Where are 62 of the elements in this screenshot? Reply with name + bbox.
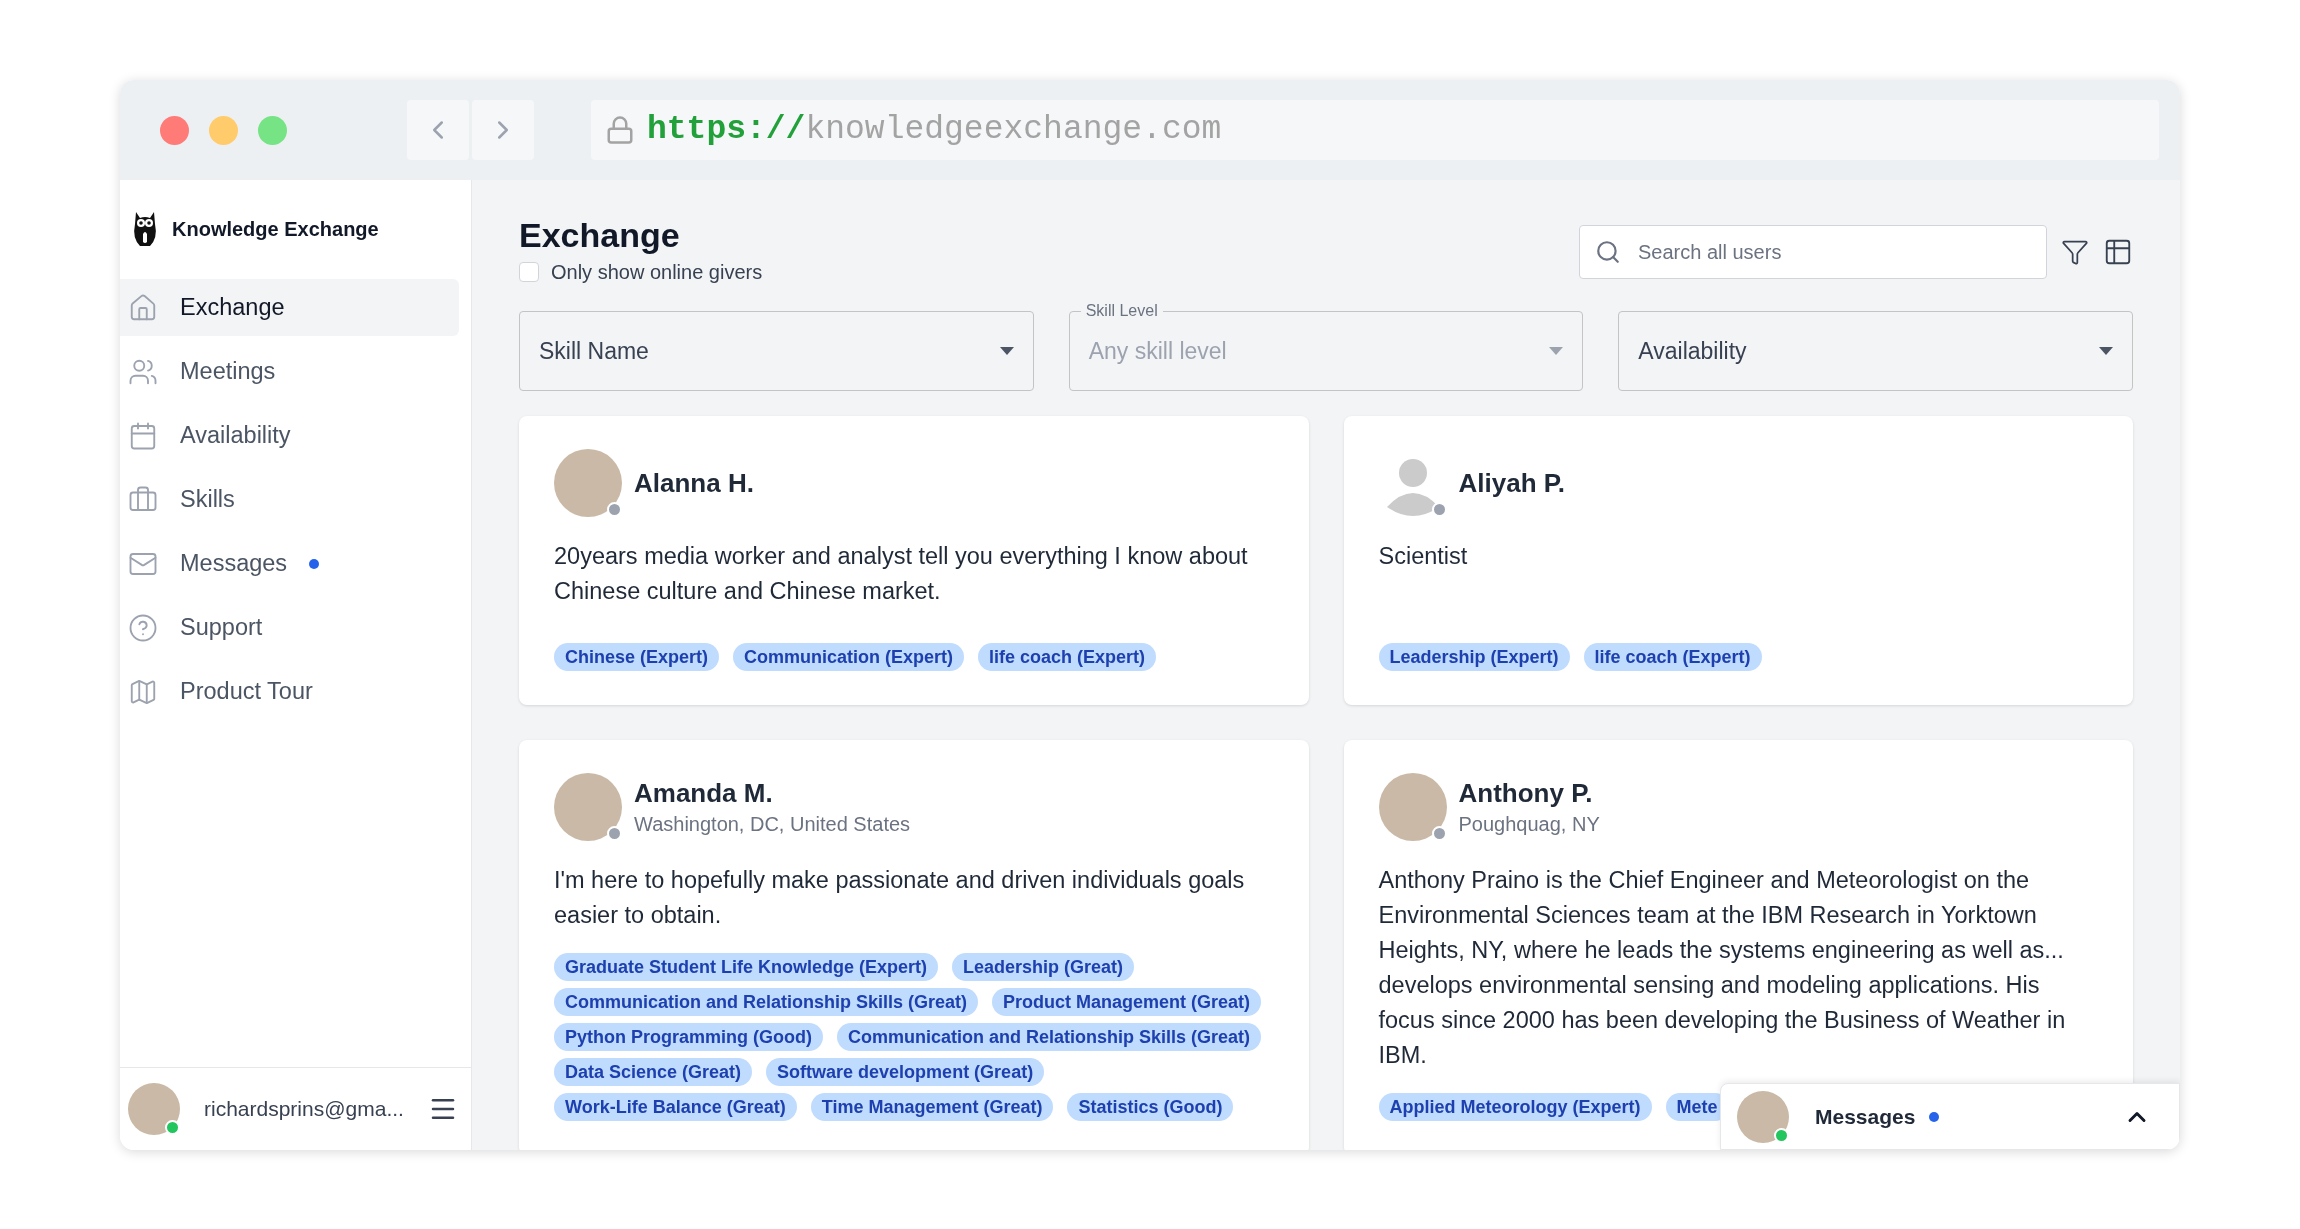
user-bio: 20years media worker and analyst tell you everything I know about Chinese culture and Chinese market. (554, 542, 1249, 606)
search-field[interactable]: Search all users (1579, 225, 2047, 279)
skill-tag: Time Management (Great) (810, 1093, 1054, 1121)
avatar-photo-placeholder (1737, 1090, 1789, 1143)
skill-tag: Communication and Relationship Skills (Great) (837, 1023, 1262, 1051)
page-title: Exchange (519, 215, 681, 255)
skill-tag: Statistics (Good) (1067, 1093, 1234, 1121)
help-icon (128, 612, 158, 643)
home-icon (128, 292, 158, 323)
nav-item[interactable]: Meetings (120, 343, 459, 400)
user-name: Amanda M. (634, 777, 774, 810)
nav-item[interactable]: Availability (120, 407, 459, 464)
nav-item[interactable]: Skills (120, 471, 459, 528)
profile-card[interactable] (519, 740, 1309, 1150)
nav-item[interactable]: Support (120, 599, 459, 656)
skill-tag: Applied Meteorology (Expert) (1378, 1093, 1652, 1121)
checkbox[interactable] (519, 262, 539, 282)
skill-tag: Leadership (Great) (952, 953, 1135, 981)
lock-icon (605, 115, 635, 145)
user-email: richardsprins@gma... (204, 1096, 404, 1123)
skill-tag: Work-Life Balance (Great) (554, 1093, 797, 1121)
caret-icon (999, 347, 1014, 355)
user-bio: Scientist (1378, 542, 1469, 571)
user-bio: Anthony Praino is the Chief Engineer and Meteorologist on the Environmental Sciences team at the IBM Research in Yorktown Heights, NY, where he leads the systems engineering as well as... develops environmental sensing and modeling applications. His focus since 2000 has been developing the Business of Weather in IBM. (1378, 866, 2067, 1070)
profile-card[interactable] (1343, 740, 2133, 1150)
search-icon (1595, 239, 1621, 265)
nav-item[interactable]: Exchange (120, 279, 459, 336)
skill-tag: Chinese (Expert) (554, 643, 720, 671)
caret-icon (2099, 347, 2113, 355)
user-location: Poughquag, NY (1458, 812, 1600, 837)
skill-tag: Graduate Student Life Knowledge (Expert) (554, 953, 939, 981)
checkbox-label: Only show online givers (551, 260, 763, 285)
skill-tag: Python Programming (Good) (554, 1023, 823, 1051)
dropdown-select[interactable]: Skill Name (519, 311, 1034, 391)
filter-icon[interactable] (2061, 238, 2089, 266)
user-name: Anthony P. (1458, 777, 1594, 810)
user-location: Washington, DC, United States (634, 812, 911, 837)
user-bio: I'm here to hopefully make passionate and driven individuals goals easier to obtain. (554, 866, 1246, 930)
skill-tag: Product Management (Great) (992, 988, 1262, 1016)
user-name: Aliyah P. (1458, 467, 1565, 500)
owl-logo-icon (132, 210, 158, 248)
skill-tag: life coach (Expert) (978, 643, 1157, 671)
nav-item[interactable]: Messages (120, 535, 459, 592)
caret-icon (1549, 347, 1564, 355)
calendar-icon (128, 420, 158, 451)
skill-tag: life coach (Expert) (1583, 643, 1762, 671)
messages-panel[interactable]: Messages (1720, 1083, 2180, 1150)
profile-card[interactable]: Aliyah P. Scientist Leadership (Expert) life coach (Expert) (1343, 416, 2133, 705)
brand-name: Knowledge Exchange (172, 217, 379, 242)
dropdown-select[interactable]: Availability (1618, 311, 2133, 391)
nav-item[interactable]: Product Tour (120, 663, 459, 720)
profile-card[interactable]: Alanna H. 20years media worker and analyst tell you everything I know about Chinese culture and Chinese market. Chinese (Expert) Communication (Expert) life coach (Expert) (519, 416, 1309, 705)
avatar-photo-placeholder (128, 1083, 180, 1135)
skill-tag: Software development (Great) (766, 1058, 1045, 1086)
url-text: https://knowledgeexchange.com (647, 110, 1222, 151)
skill-tag: Communication (Expert) (733, 643, 965, 671)
skill-tag: Leadership (Expert) (1378, 643, 1570, 671)
skill-tag: Data Science (Great) (554, 1058, 753, 1086)
messages-title: Messages (1815, 1103, 1916, 1130)
user-name: Alanna H. (634, 467, 754, 500)
skill-tag: Communication and Relationship Skills (Great) (554, 988, 979, 1016)
table-view-icon[interactable] (2103, 237, 2133, 267)
